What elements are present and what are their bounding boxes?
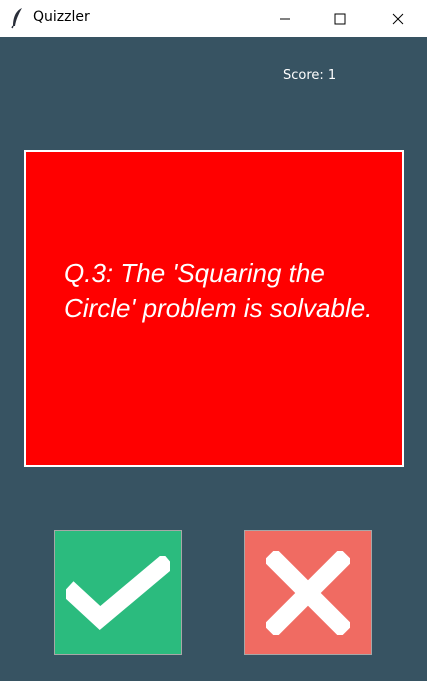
cross-icon xyxy=(266,550,350,635)
minimize-icon xyxy=(280,18,290,19)
score-label: Score: 1 xyxy=(283,68,337,83)
minimize-button[interactable] xyxy=(262,0,308,37)
question-card: Q.3: The 'Squaring the Circle' problem i… xyxy=(24,150,404,467)
feather-icon xyxy=(10,7,26,29)
title-bar: Quizzler xyxy=(0,0,427,37)
true-button[interactable] xyxy=(54,530,182,655)
question-text: Q.3: The 'Squaring the Circle' problem i… xyxy=(64,258,373,323)
close-button[interactable] xyxy=(375,0,421,37)
window-title: Quizzler xyxy=(33,9,90,25)
false-button[interactable] xyxy=(244,530,372,655)
maximize-icon xyxy=(334,13,346,24)
close-icon xyxy=(392,13,404,24)
maximize-button[interactable] xyxy=(317,0,363,37)
check-icon xyxy=(66,555,170,630)
